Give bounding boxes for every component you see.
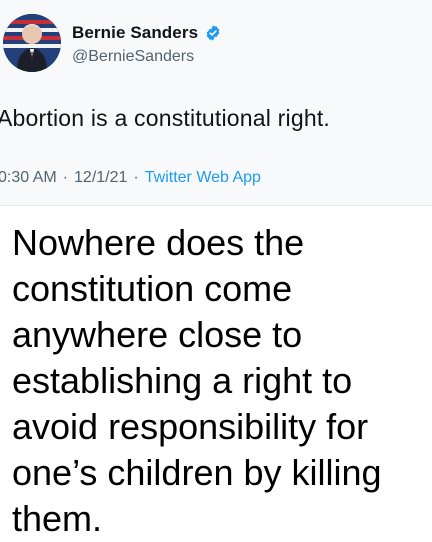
avatar[interactable]: [3, 14, 61, 72]
meta-separator: ·: [133, 169, 139, 186]
tweet-meta-row: 0:30 AM · 12/1/21 · Twitter Web App: [0, 169, 261, 187]
author-name-row[interactable]: Bernie Sanders: [72, 22, 222, 44]
tweet-source-link[interactable]: Twitter Web App: [145, 169, 261, 187]
tweet-time[interactable]: 0:30 AM: [0, 169, 57, 187]
tweet-card[interactable]: Bernie Sanders @BernieSanders Abortion i…: [0, 0, 432, 206]
tweet-text: Abortion is a constitutional right.: [0, 105, 331, 131]
verified-badge-icon: [204, 24, 222, 42]
caption-text: Nowhere does the constitution come anywh…: [12, 222, 382, 539]
author-handle[interactable]: @BernieSanders: [72, 48, 194, 66]
author-display-name[interactable]: Bernie Sanders: [72, 23, 198, 43]
tweet-date[interactable]: 12/1/21: [74, 169, 127, 187]
avatar-image: [3, 14, 61, 72]
meta-separator: ·: [62, 169, 69, 186]
